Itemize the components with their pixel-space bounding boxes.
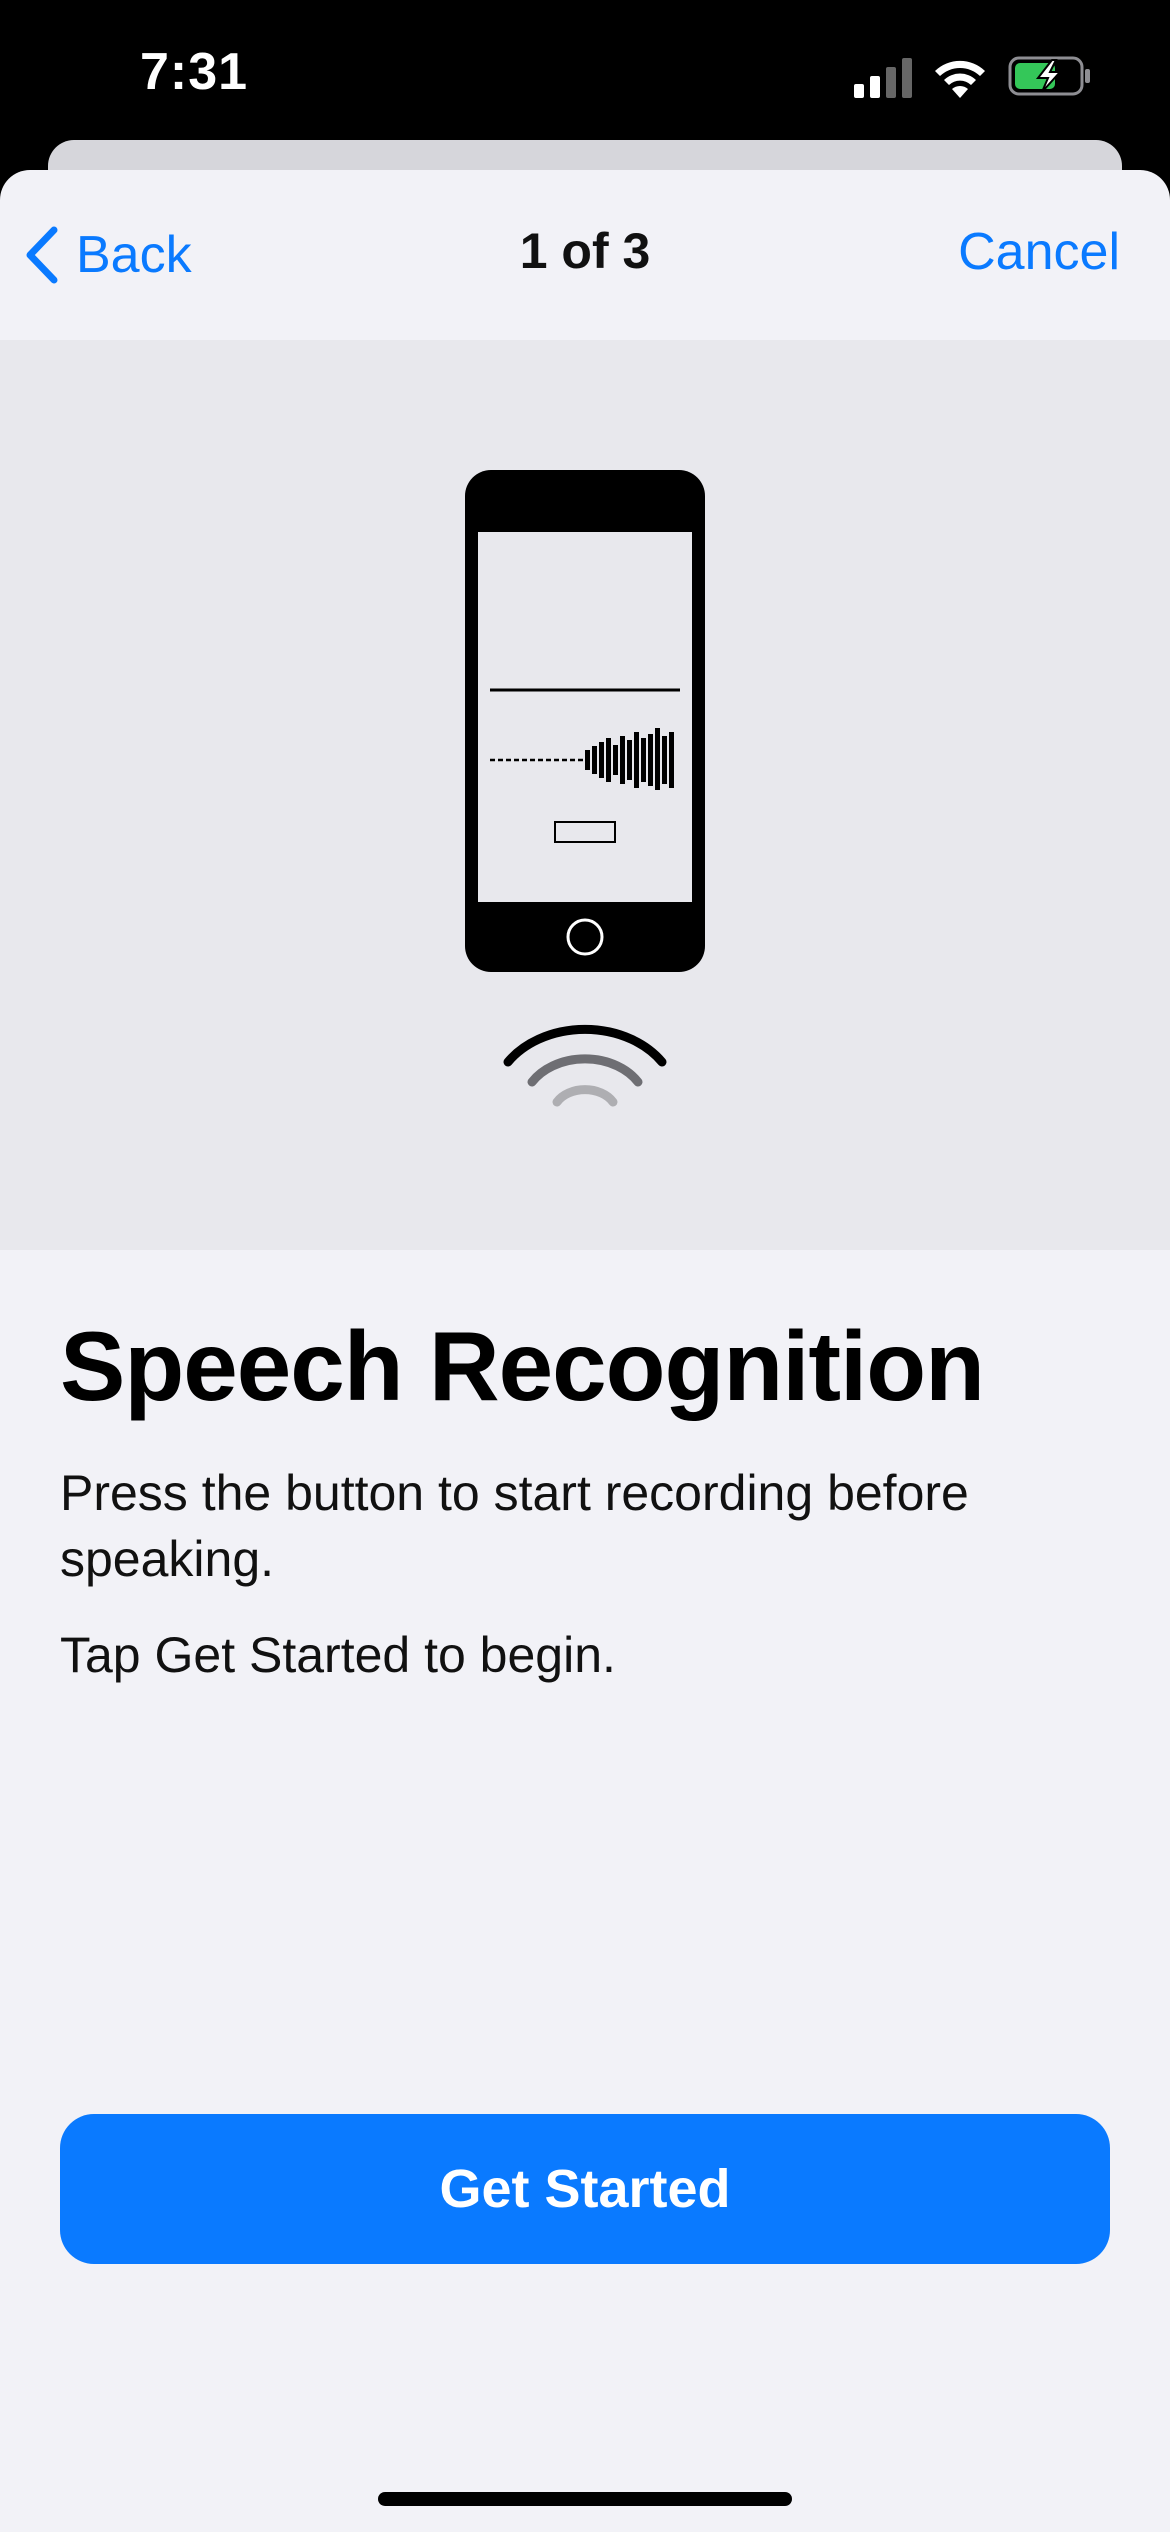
phone-recording-illustration bbox=[465, 470, 705, 1107]
modal-sheet: Back 1 of 3 Cancel Speech Recognition Pr… bbox=[0, 170, 1170, 2532]
signal-icon bbox=[854, 58, 912, 98]
home-indicator[interactable] bbox=[378, 2492, 792, 2506]
navigation-bar: Back 1 of 3 Cancel bbox=[0, 170, 1170, 340]
instruction-text: Press the button to start recording befo… bbox=[60, 1465, 969, 1587]
cancel-button[interactable]: Cancel bbox=[958, 222, 1120, 282]
status-time: 7:31 bbox=[140, 43, 249, 101]
illustration-panel bbox=[0, 340, 1170, 1250]
instruction-text-begin: Tap Get Started to begin. bbox=[60, 1627, 616, 1683]
status-bar: 7:31 bbox=[0, 0, 1170, 150]
battery-charging-icon bbox=[1008, 56, 1090, 96]
get-started-button[interactable]: Get Started bbox=[60, 2114, 1110, 2264]
page-title: Speech Recognition bbox=[60, 1311, 985, 1421]
wifi-icon bbox=[935, 60, 985, 98]
